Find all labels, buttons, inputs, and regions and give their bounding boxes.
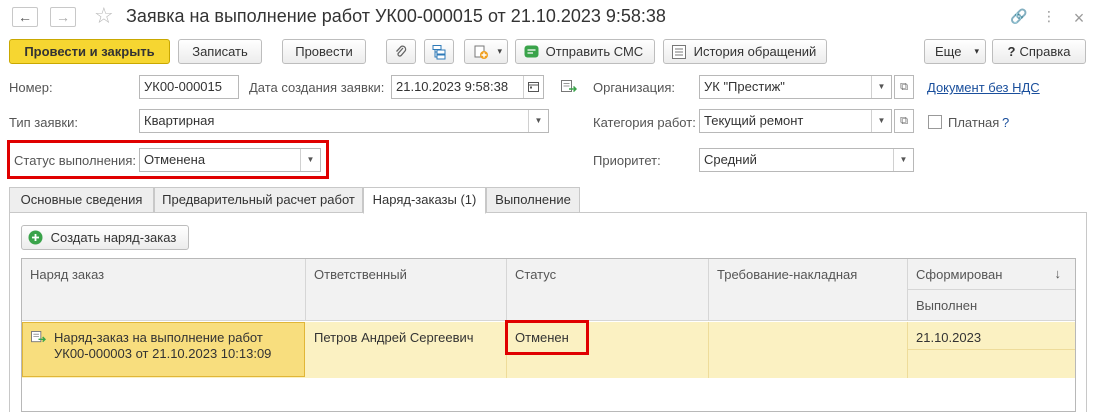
sort-down-icon[interactable]: ↓ bbox=[1055, 266, 1062, 281]
history-button[interactable]: История обращений bbox=[663, 39, 827, 64]
chevron-down-icon[interactable]: ▼ bbox=[528, 110, 548, 132]
document-add-icon bbox=[474, 45, 488, 59]
created-date-value: 21.10.2023 9:58:38 bbox=[396, 79, 509, 94]
more-label: Еще bbox=[935, 44, 962, 59]
document-without-vat-link[interactable]: Документ без НДС bbox=[927, 80, 1040, 95]
plus-icon bbox=[28, 230, 43, 245]
document-arrow-icon[interactable] bbox=[561, 80, 577, 94]
hierarchy-icon bbox=[432, 45, 446, 60]
order-line-1: Наряд-заказ на выполнение работ bbox=[54, 330, 263, 345]
back-arrow-icon[interactable]: ← bbox=[12, 7, 38, 27]
tab-execution[interactable]: Выполнение bbox=[486, 187, 580, 213]
tab-main-info[interactable]: Основные сведения bbox=[9, 187, 154, 213]
number-field[interactable]: УК00-000015 bbox=[139, 75, 239, 99]
done-cell[interactable] bbox=[908, 350, 1075, 378]
status-label: Статус выполнения: bbox=[14, 153, 137, 168]
work-category-value: Текущий ремонт bbox=[704, 113, 804, 128]
request-type-value: Квартирная bbox=[144, 113, 215, 128]
more-icon[interactable]: ⋮ bbox=[1040, 8, 1058, 29]
chevron-down-icon[interactable]: ▼ bbox=[893, 149, 913, 171]
work-category-field[interactable]: Текущий ремонт ▼ bbox=[699, 109, 892, 133]
order-cell[interactable]: Наряд-заказ на выполнение работ УК00-000… bbox=[22, 322, 306, 378]
column-header-formed[interactable]: Сформирован ↓ bbox=[908, 259, 1075, 290]
open-organization-icon[interactable]: ⧉ bbox=[894, 75, 914, 99]
priority-label: Приоритет: bbox=[593, 153, 661, 168]
chevron-down-icon[interactable]: ▼ bbox=[300, 149, 320, 171]
chevron-down-icon[interactable]: ▼ bbox=[871, 110, 891, 132]
chevron-down-icon: ▾ bbox=[974, 46, 979, 56]
attachment-button[interactable] bbox=[386, 39, 416, 64]
open-category-icon[interactable]: ⧉ bbox=[894, 109, 914, 133]
work-category-label: Категория работ: bbox=[593, 115, 696, 130]
chevron-down-icon: ▾ bbox=[497, 46, 502, 56]
document-arrow-icon bbox=[31, 331, 46, 343]
forward-arrow-icon[interactable]: → bbox=[50, 7, 76, 27]
post-button[interactable]: Провести bbox=[282, 39, 366, 64]
column-header-requisition[interactable]: Требование-накладная bbox=[709, 259, 908, 321]
status-field[interactable]: Отменена ▼ bbox=[139, 148, 321, 172]
help-label: Справка bbox=[1019, 44, 1071, 59]
paid-label: Платная bbox=[948, 115, 1000, 130]
paid-help-icon[interactable]: ? bbox=[1002, 115, 1009, 130]
status-value: Отменена bbox=[144, 152, 206, 167]
column-header-order[interactable]: Наряд заказ bbox=[22, 259, 306, 321]
calendar-icon[interactable] bbox=[523, 76, 543, 98]
history-label: История обращений bbox=[693, 44, 817, 59]
structure-button[interactable] bbox=[424, 39, 454, 64]
request-type-field[interactable]: Квартирная ▼ bbox=[139, 109, 549, 133]
order-line-2: УК00-000003 от 21.10.2023 10:13:09 bbox=[54, 346, 272, 361]
help-button[interactable]: ? Справка bbox=[992, 39, 1086, 64]
responsible-cell[interactable]: Петров Андрей Сергеевич bbox=[306, 322, 507, 378]
paperclip-icon bbox=[396, 45, 407, 57]
formed-header-label: Сформирован bbox=[916, 267, 1003, 282]
tab-preliminary-calculation[interactable]: Предварительный расчет работ bbox=[154, 187, 363, 213]
list-icon bbox=[672, 44, 686, 59]
create-work-order-label: Создать наряд-заказ bbox=[50, 230, 177, 245]
send-sms-label: Отправить СМС bbox=[545, 44, 644, 59]
number-label: Номер: bbox=[9, 80, 53, 95]
priority-field[interactable]: Средний ▼ bbox=[699, 148, 914, 172]
organization-value: УК "Престиж" bbox=[704, 79, 785, 94]
column-header-done[interactable]: Выполнен bbox=[908, 290, 1075, 321]
organization-field[interactable]: УК "Престиж" ▼ bbox=[699, 75, 892, 99]
close-icon[interactable]: × bbox=[1070, 8, 1088, 29]
post-and-close-button[interactable]: Провести и закрыть bbox=[9, 39, 170, 64]
send-sms-button[interactable]: Отправить СМС bbox=[515, 39, 655, 64]
status-cell-highlight bbox=[505, 320, 589, 355]
sms-icon bbox=[524, 45, 539, 58]
column-header-status[interactable]: Статус bbox=[507, 259, 709, 321]
more-menu-button[interactable]: Еще ▾ bbox=[924, 39, 986, 64]
requisition-cell[interactable] bbox=[709, 322, 908, 378]
priority-value: Средний bbox=[704, 152, 757, 167]
help-icon: ? bbox=[1007, 44, 1016, 59]
column-header-responsible[interactable]: Ответственный bbox=[306, 259, 507, 321]
tab-work-orders[interactable]: Наряд-заказы (1) bbox=[363, 187, 486, 214]
organization-label: Организация: bbox=[593, 80, 676, 95]
formed-cell[interactable]: 21.10.2023 bbox=[908, 322, 1075, 350]
request-type-label: Тип заявки: bbox=[9, 115, 78, 130]
page-title: Заявка на выполнение работ УК00-000015 о… bbox=[126, 6, 666, 26]
link-icon[interactable]: 🔗 bbox=[1010, 8, 1028, 29]
create-based-on-button[interactable]: ▾ bbox=[464, 39, 508, 64]
star-icon[interactable]: ☆ bbox=[94, 4, 114, 28]
created-date-label: Дата создания заявки: bbox=[249, 80, 385, 95]
paid-checkbox[interactable] bbox=[928, 115, 942, 129]
chevron-down-icon[interactable]: ▼ bbox=[871, 76, 891, 98]
save-button[interactable]: Записать bbox=[178, 39, 262, 64]
create-work-order-button[interactable]: Создать наряд-заказ bbox=[21, 225, 189, 250]
created-date-field[interactable]: 21.10.2023 9:58:38 bbox=[391, 75, 544, 99]
